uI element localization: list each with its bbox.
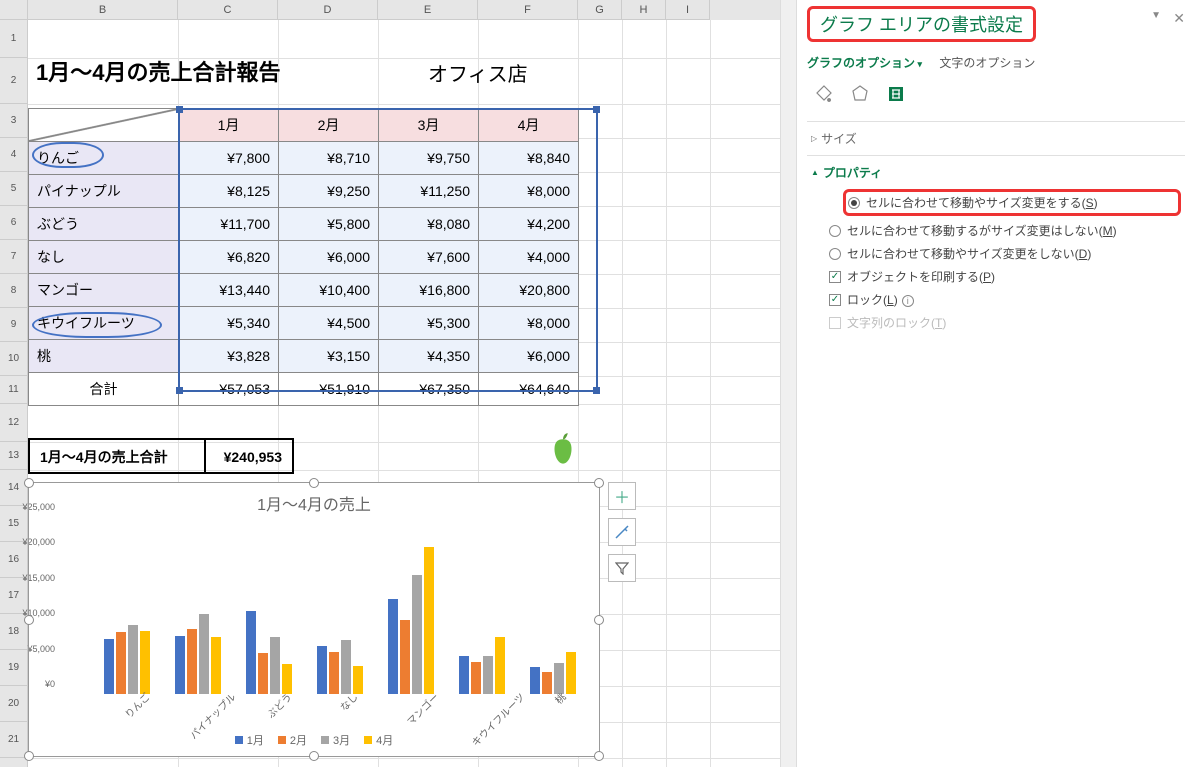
report-title: 1月～4月の売上合計報告	[36, 55, 280, 87]
month-header: 4月	[479, 109, 579, 142]
grand-total-box: 1月～4月の売上合計 ¥240,953	[28, 438, 294, 474]
value-cell: ¥7,600	[379, 241, 479, 274]
store-name: オフィス店	[428, 58, 528, 87]
total-cell: ¥57,053	[179, 373, 279, 406]
corner-cell	[29, 109, 179, 142]
value-cell: ¥9,250	[279, 175, 379, 208]
value-cell: ¥4,350	[379, 340, 479, 373]
chart-filter-button[interactable]	[608, 554, 636, 582]
grand-total-value: ¥240,953	[204, 438, 294, 474]
pane-dropdown-icon[interactable]: ▼	[1151, 10, 1161, 21]
value-cell: ¥8,125	[179, 175, 279, 208]
total-cell: ¥51,910	[279, 373, 379, 406]
value-cell: ¥4,000	[479, 241, 579, 274]
value-cell: ¥13,440	[179, 274, 279, 307]
fruit-cell: りんご	[29, 142, 179, 175]
info-icon[interactable]: i	[902, 295, 914, 307]
tab-text-options[interactable]: 文字のオプション	[939, 56, 1035, 70]
pane-tabs: グラフのオプション 文字のオプション	[807, 54, 1185, 71]
checkbox-icon	[829, 271, 841, 283]
grid[interactable]: 1月～4月の売上合計報告 オフィス店 1月 2月 3月 4月 りんご¥7,800…	[28, 20, 780, 767]
value-cell: ¥8,000	[479, 307, 579, 340]
checkbox-icon	[829, 294, 841, 306]
value-cell: ¥11,700	[179, 208, 279, 241]
column-headers: B C D E F G H I	[0, 0, 780, 20]
value-cell: ¥8,000	[479, 175, 579, 208]
value-cell: ¥8,840	[479, 142, 579, 175]
tab-chart-options[interactable]: グラフのオプション	[807, 56, 922, 70]
worksheet[interactable]: B C D E F G H I 123456789101112131415161…	[0, 0, 780, 767]
value-cell: ¥7,800	[179, 142, 279, 175]
section-properties: ▲ プロパティ セルに合わせて移動やサイズ変更をする(S) セルに合わせて移動す…	[807, 155, 1185, 345]
value-cell: ¥16,800	[379, 274, 479, 307]
value-cell: ¥8,080	[379, 208, 479, 241]
effects-icon[interactable]	[849, 83, 871, 105]
total-cell: ¥67,350	[379, 373, 479, 406]
format-category-icons	[813, 83, 1185, 105]
radio-icon	[829, 225, 841, 237]
value-cell: ¥10,400	[279, 274, 379, 307]
properties-header[interactable]: ▲ プロパティ	[811, 164, 1181, 181]
value-cell: ¥5,300	[379, 307, 479, 340]
value-cell: ¥4,500	[279, 307, 379, 340]
fruit-cell: ぶどう	[29, 208, 179, 241]
value-cell: ¥20,800	[479, 274, 579, 307]
sales-table[interactable]: 1月 2月 3月 4月 りんご¥7,800¥8,710¥9,750¥8,840 パ…	[28, 108, 579, 406]
fruit-cell: マンゴー	[29, 274, 179, 307]
fruit-cell: 桃	[29, 340, 179, 373]
chart-title: 1月～4月の売上	[29, 491, 599, 515]
fruit-cell: パイナップル	[29, 175, 179, 208]
format-pane: ▼ ✕ グラフ エリアの書式設定 グラフのオプション 文字のオプション ▷ サイ…	[796, 0, 1195, 767]
value-cell: ¥6,000	[479, 340, 579, 373]
radio-icon	[829, 248, 841, 260]
fruit-cell: なし	[29, 241, 179, 274]
size-header[interactable]: ▷ サイズ	[811, 130, 1181, 147]
value-cell: ¥6,000	[279, 241, 379, 274]
section-size: ▷ サイズ	[807, 121, 1185, 155]
triangle-icon: ▲	[811, 168, 819, 177]
pane-title-highlight: グラフ エリアの書式設定	[807, 6, 1036, 42]
checkbox-icon	[829, 317, 841, 329]
fruit-cell: キウイフルーツ	[29, 307, 179, 340]
radio-icon	[848, 197, 860, 209]
size-properties-icon[interactable]	[885, 83, 907, 105]
row-headers: 123456789101112131415161718192021222324	[0, 20, 28, 767]
pane-title: グラフ エリアの書式設定	[820, 11, 1023, 37]
chart-legend: 1月2月3月4月	[29, 732, 599, 748]
month-header: 3月	[379, 109, 479, 142]
value-cell: ¥3,828	[179, 340, 279, 373]
radio-move-only[interactable]: セルに合わせて移動するがサイズ変更はしない(M)	[829, 222, 1181, 239]
vertical-scrollbar[interactable]	[780, 0, 796, 767]
value-cell: ¥11,250	[379, 175, 479, 208]
total-label: 合計	[29, 373, 179, 406]
radio-none[interactable]: セルに合わせて移動やサイズ変更をしない(D)	[829, 245, 1181, 262]
chart-styles-button[interactable]	[608, 518, 636, 546]
value-cell: ¥5,340	[179, 307, 279, 340]
chart-elements-button[interactable]: ＋	[608, 482, 636, 510]
value-cell: ¥5,800	[279, 208, 379, 241]
month-header: 2月	[279, 109, 379, 142]
check-print[interactable]: オブジェクトを印刷する(P)	[829, 268, 1181, 285]
value-cell: ¥4,200	[479, 208, 579, 241]
total-cell: ¥64,640	[479, 373, 579, 406]
triangle-icon: ▷	[811, 134, 817, 143]
radio-move-size[interactable]: セルに合わせて移動やサイズ変更をする(S)	[843, 189, 1181, 216]
grand-total-label: 1月～4月の売上合計	[28, 438, 204, 474]
value-cell: ¥8,710	[279, 142, 379, 175]
close-icon[interactable]: ✕	[1173, 10, 1185, 27]
check-lock[interactable]: ロック(L)i	[829, 291, 1181, 308]
value-cell: ¥9,750	[379, 142, 479, 175]
apple-icon	[548, 432, 578, 466]
fill-line-icon[interactable]	[813, 83, 835, 105]
month-header: 1月	[179, 109, 279, 142]
value-cell: ¥6,820	[179, 241, 279, 274]
chart[interactable]: 1月～4月の売上 ¥0¥5,000¥10,000¥15,000¥20,000¥2…	[28, 482, 600, 757]
value-cell: ¥3,150	[279, 340, 379, 373]
check-text-lock: 文字列のロック(T)	[829, 314, 1181, 331]
chart-tools: ＋	[608, 482, 636, 590]
